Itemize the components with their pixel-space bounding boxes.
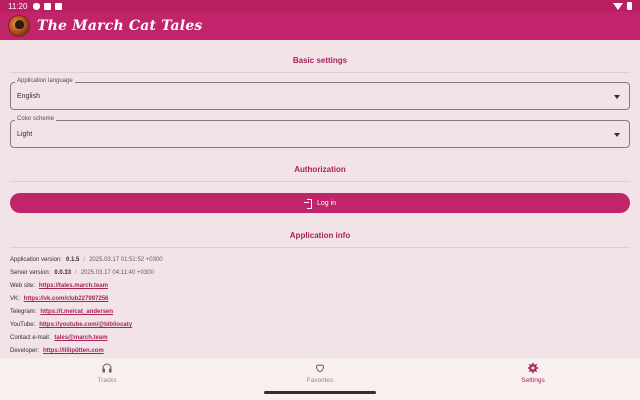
language-label: Application language: [15, 78, 75, 84]
notification-icon: [55, 2, 63, 10]
separator: /: [83, 257, 86, 263]
login-label: Log in: [316, 199, 337, 207]
app-version-value: 0.1.5: [66, 257, 80, 263]
language-select[interactable]: Application language English: [10, 78, 630, 110]
developer-row: Developer: https://lillipütten.com: [10, 348, 104, 354]
app-version-row: Application version: 0.1.5/2025.03.17 01:…: [10, 257, 163, 263]
section-title-authorization: Authorization: [294, 165, 346, 174]
email-label: Contact e-mail:: [10, 335, 51, 341]
language-value: English: [17, 93, 40, 100]
server-version-date: 2025.03.17 04:11:40 +0300: [80, 270, 154, 276]
telegram-label: Telegram:: [10, 309, 37, 315]
status-right: [613, 2, 632, 10]
developer-link[interactable]: https://lillipütten.com: [43, 348, 104, 354]
server-version-value: 0.0.33: [54, 270, 72, 276]
telegram-link[interactable]: https://t.me/cat_andersen: [40, 309, 113, 315]
youtube-label: YouTube:: [10, 322, 36, 328]
login-icon: [303, 199, 312, 209]
color-scheme-select[interactable]: Color scheme Light: [10, 116, 630, 148]
app-version-label: Application version:: [10, 257, 63, 263]
nav-item-settings[interactable]: Settings: [473, 362, 593, 384]
color-scheme-label: Color scheme: [15, 116, 57, 122]
app-version-date: 2025.03.17 01:51:52 +0300: [89, 257, 163, 263]
divider: [10, 72, 630, 73]
vk-link[interactable]: https://vk.com/club227997256: [24, 296, 109, 302]
vk-row: VK: https://vk.com/club227997256: [10, 296, 108, 302]
divider: [10, 181, 630, 182]
battery-icon: [627, 2, 632, 10]
sim-card-icon: [44, 2, 52, 10]
website-link[interactable]: https://tales.march.team: [39, 283, 108, 289]
youtube-link[interactable]: https://youtube.com/@bibliocaty: [39, 322, 132, 328]
app-bar: The March Cat Tales: [0, 12, 640, 40]
server-version-label: Server version:: [10, 270, 51, 276]
gesture-bar: [264, 391, 376, 394]
login-button[interactable]: Log in: [10, 193, 630, 213]
section-title-info: Application info: [289, 231, 351, 240]
shield-icon: [33, 2, 41, 10]
email-row: Contact e-mail: tales@march.team: [10, 335, 108, 341]
developer-label: Developer:: [10, 348, 40, 354]
app-logo-avatar: [8, 15, 30, 37]
nav-label-favorites: Favorites: [306, 377, 334, 384]
separator: /: [75, 270, 77, 276]
app-title: The March Cat Tales: [37, 18, 203, 34]
dropdown-arrow-icon: [614, 133, 620, 137]
nav-label-settings: Settings: [521, 377, 545, 384]
status-bar: 11:20: [0, 0, 640, 12]
telegram-row: Telegram: https://t.me/cat_andersen: [10, 309, 113, 315]
gear-icon: [527, 362, 539, 374]
nav-label-tracks: Tracks: [97, 377, 117, 384]
nav-item-tracks[interactable]: Tracks: [47, 362, 167, 384]
email-link[interactable]: tales@march.team: [54, 335, 107, 341]
website-label: Web site:: [10, 283, 35, 289]
section-title-basic: Basic settings: [292, 56, 348, 65]
website-row: Web site: https://tales.march.team: [10, 283, 108, 289]
status-time: 11:20: [8, 1, 28, 11]
wifi-icon: [613, 2, 623, 10]
nav-item-favorites[interactable]: Favorites: [260, 362, 380, 384]
vk-label: VK:: [10, 296, 20, 302]
headphones-icon: [102, 363, 112, 373]
divider: [10, 247, 630, 248]
dropdown-arrow-icon: [614, 95, 620, 99]
color-scheme-value: Light: [17, 131, 33, 138]
server-version-row: Server version: 0.0.33/2025.03.17 04:11:4…: [10, 270, 154, 276]
settings-content[interactable]: Basic settings Application language Engl…: [0, 40, 640, 358]
youtube-row: YouTube: https://youtube.com/@bibliocaty: [10, 322, 132, 328]
heart-icon: [316, 364, 324, 373]
